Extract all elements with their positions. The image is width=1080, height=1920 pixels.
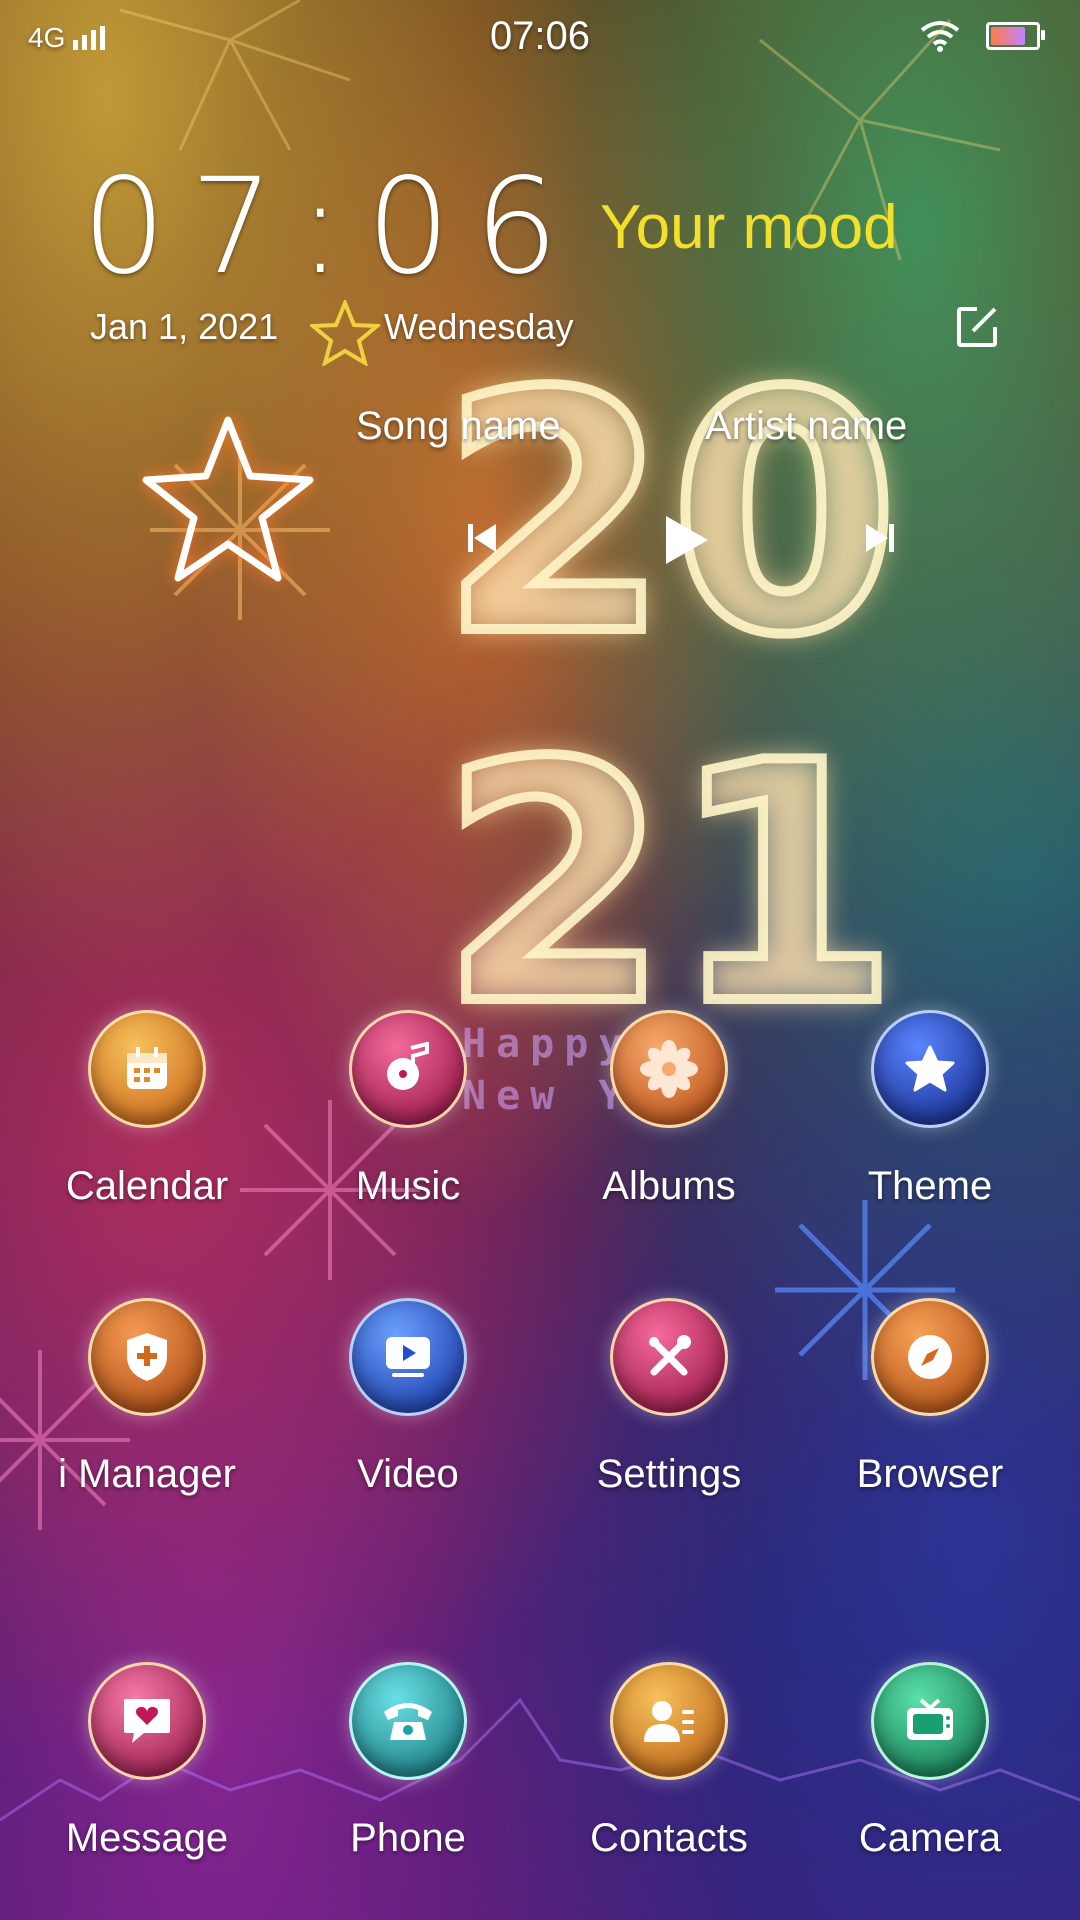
app-contacts[interactable]: Contacts bbox=[539, 1662, 799, 1861]
next-track-icon[interactable] bbox=[862, 520, 898, 556]
app-music[interactable]: Music bbox=[278, 1010, 538, 1209]
edit-icon[interactable] bbox=[955, 305, 999, 349]
previous-track-icon[interactable] bbox=[464, 520, 500, 556]
app-imanager[interactable]: i Manager bbox=[17, 1298, 277, 1497]
app-label: Calendar bbox=[65, 1164, 229, 1208]
browser-app-icon[interactable] bbox=[871, 1298, 989, 1416]
weekday-label: Wednesday bbox=[384, 306, 574, 347]
flower-icon bbox=[640, 1040, 698, 1098]
app-albums[interactable]: Albums bbox=[539, 1010, 799, 1209]
camera-app-icon[interactable] bbox=[871, 1662, 989, 1780]
music-app-icon[interactable] bbox=[349, 1010, 467, 1128]
app-label: Contacts bbox=[590, 1816, 748, 1860]
app-label: Settings bbox=[596, 1452, 742, 1496]
theme-app-icon[interactable] bbox=[871, 1010, 989, 1128]
video-icon bbox=[386, 1337, 430, 1377]
app-label: Music bbox=[355, 1164, 461, 1208]
imanager-app-icon[interactable] bbox=[88, 1298, 206, 1416]
star-icon bbox=[310, 300, 380, 366]
app-camera[interactable]: Camera bbox=[800, 1662, 1060, 1861]
app-calendar[interactable]: Calendar bbox=[17, 1010, 277, 1209]
clock-display[interactable]: 07:06 bbox=[82, 150, 582, 304]
shield-icon bbox=[127, 1333, 167, 1381]
mood-label[interactable]: Your mood bbox=[600, 192, 898, 263]
settings-app-icon[interactable] bbox=[610, 1298, 728, 1416]
artist-name: Artist name bbox=[705, 404, 908, 448]
app-message[interactable]: Message bbox=[17, 1662, 277, 1861]
contacts-app-icon[interactable] bbox=[610, 1662, 728, 1780]
music-icon bbox=[387, 1042, 429, 1090]
app-label: Albums bbox=[602, 1164, 736, 1208]
app-phone[interactable]: Phone bbox=[278, 1662, 538, 1861]
app-label: Theme bbox=[867, 1164, 993, 1208]
calendar-app-icon[interactable] bbox=[88, 1010, 206, 1128]
compass-icon bbox=[908, 1335, 952, 1379]
video-app-icon[interactable] bbox=[349, 1298, 467, 1416]
albums-app-icon[interactable] bbox=[610, 1010, 728, 1128]
app-label: Camera bbox=[858, 1816, 1002, 1860]
phone-icon bbox=[384, 1703, 432, 1740]
calendar-icon bbox=[127, 1047, 167, 1089]
app-theme[interactable]: Theme bbox=[800, 1010, 1060, 1209]
message-heart-icon bbox=[124, 1699, 170, 1743]
contacts-icon bbox=[644, 1701, 694, 1742]
app-label: Phone bbox=[350, 1816, 466, 1860]
star-icon bbox=[905, 1045, 955, 1092]
app-label: Message bbox=[65, 1816, 229, 1860]
tv-icon bbox=[907, 1698, 953, 1740]
year-bottom-decoration: 21 bbox=[435, 693, 904, 1077]
app-browser[interactable]: Browser bbox=[800, 1298, 1060, 1497]
app-label: Browser bbox=[856, 1452, 1004, 1496]
star-outline-icon bbox=[142, 416, 314, 582]
app-settings[interactable]: Settings bbox=[539, 1298, 799, 1497]
play-icon[interactable] bbox=[660, 512, 712, 568]
song-name: Song name bbox=[356, 404, 561, 448]
app-label: Video bbox=[357, 1452, 459, 1496]
app-label: i Manager bbox=[58, 1452, 236, 1496]
tools-icon bbox=[649, 1335, 691, 1376]
phone-app-icon[interactable] bbox=[349, 1662, 467, 1780]
app-video[interactable]: Video bbox=[278, 1298, 538, 1497]
message-app-icon[interactable] bbox=[88, 1662, 206, 1780]
date-label: Jan 1, 2021 bbox=[90, 306, 279, 347]
